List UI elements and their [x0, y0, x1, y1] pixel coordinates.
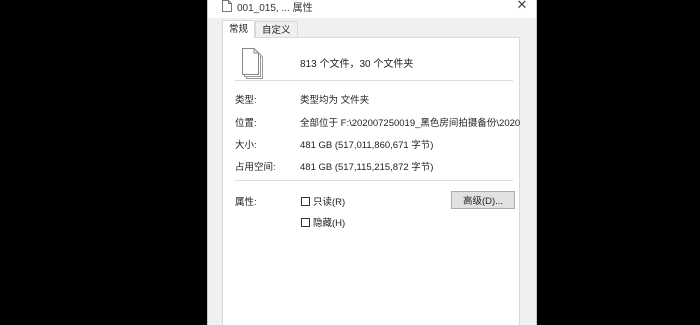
disk-size-label: 占用空间:: [235, 162, 276, 173]
checkbox-box[interactable]: [301, 217, 310, 227]
disk-size-value: 481 GB (517,115,215,872 字节): [300, 162, 434, 173]
readonly-label: 只读(R): [313, 197, 346, 208]
type-label: 类型:: [235, 95, 257, 106]
type-value: 类型均为 文件夹: [300, 95, 370, 106]
tab-general[interactable]: 常规: [222, 20, 256, 38]
selection-summary: 813 个文件，30 个文件夹: [300, 59, 414, 70]
general-tab-panel: 813 个文件，30 个文件夹 类型: 类型均为 文件夹 位置: 全部位于 F:…: [222, 37, 520, 325]
window-title: 001_015, ... 属性: [237, 3, 313, 14]
size-label: 大小:: [235, 140, 257, 151]
hidden-label: 隐藏(H): [313, 218, 346, 229]
divider: [235, 80, 513, 81]
close-button[interactable]: ✕: [508, 0, 536, 16]
tab-bar: 常规 自定义: [222, 20, 298, 38]
size-value: 481 GB (517,011,860,671 字节): [300, 140, 434, 151]
advanced-button[interactable]: 高级(D)...: [451, 191, 515, 209]
properties-dialog: 001_015, ... 属性 ✕ 常规 自定义 813 个文件，30 个文件夹…: [207, 0, 537, 325]
close-icon: ✕: [516, 0, 528, 12]
tab-custom[interactable]: 自定义: [255, 21, 298, 38]
location-label: 位置:: [235, 118, 257, 129]
title-bar[interactable]: 001_015, ... 属性 ✕: [208, 0, 536, 18]
document-icon: [222, 0, 232, 12]
screen: 001_015, ... 属性 ✕ 常规 自定义 813 个文件，30 个文件夹…: [0, 0, 700, 325]
readonly-checkbox[interactable]: 只读(R): [301, 194, 345, 208]
hidden-checkbox[interactable]: 隐藏(H): [301, 215, 345, 229]
checkbox-box[interactable]: [301, 196, 310, 206]
divider: [235, 180, 513, 181]
attributes-label: 属性:: [235, 197, 257, 208]
multiple-files-icon: [242, 48, 263, 79]
location-value: 全部位于 F:\202007250019_黑色房间拍摄备份\202007: [300, 118, 520, 129]
